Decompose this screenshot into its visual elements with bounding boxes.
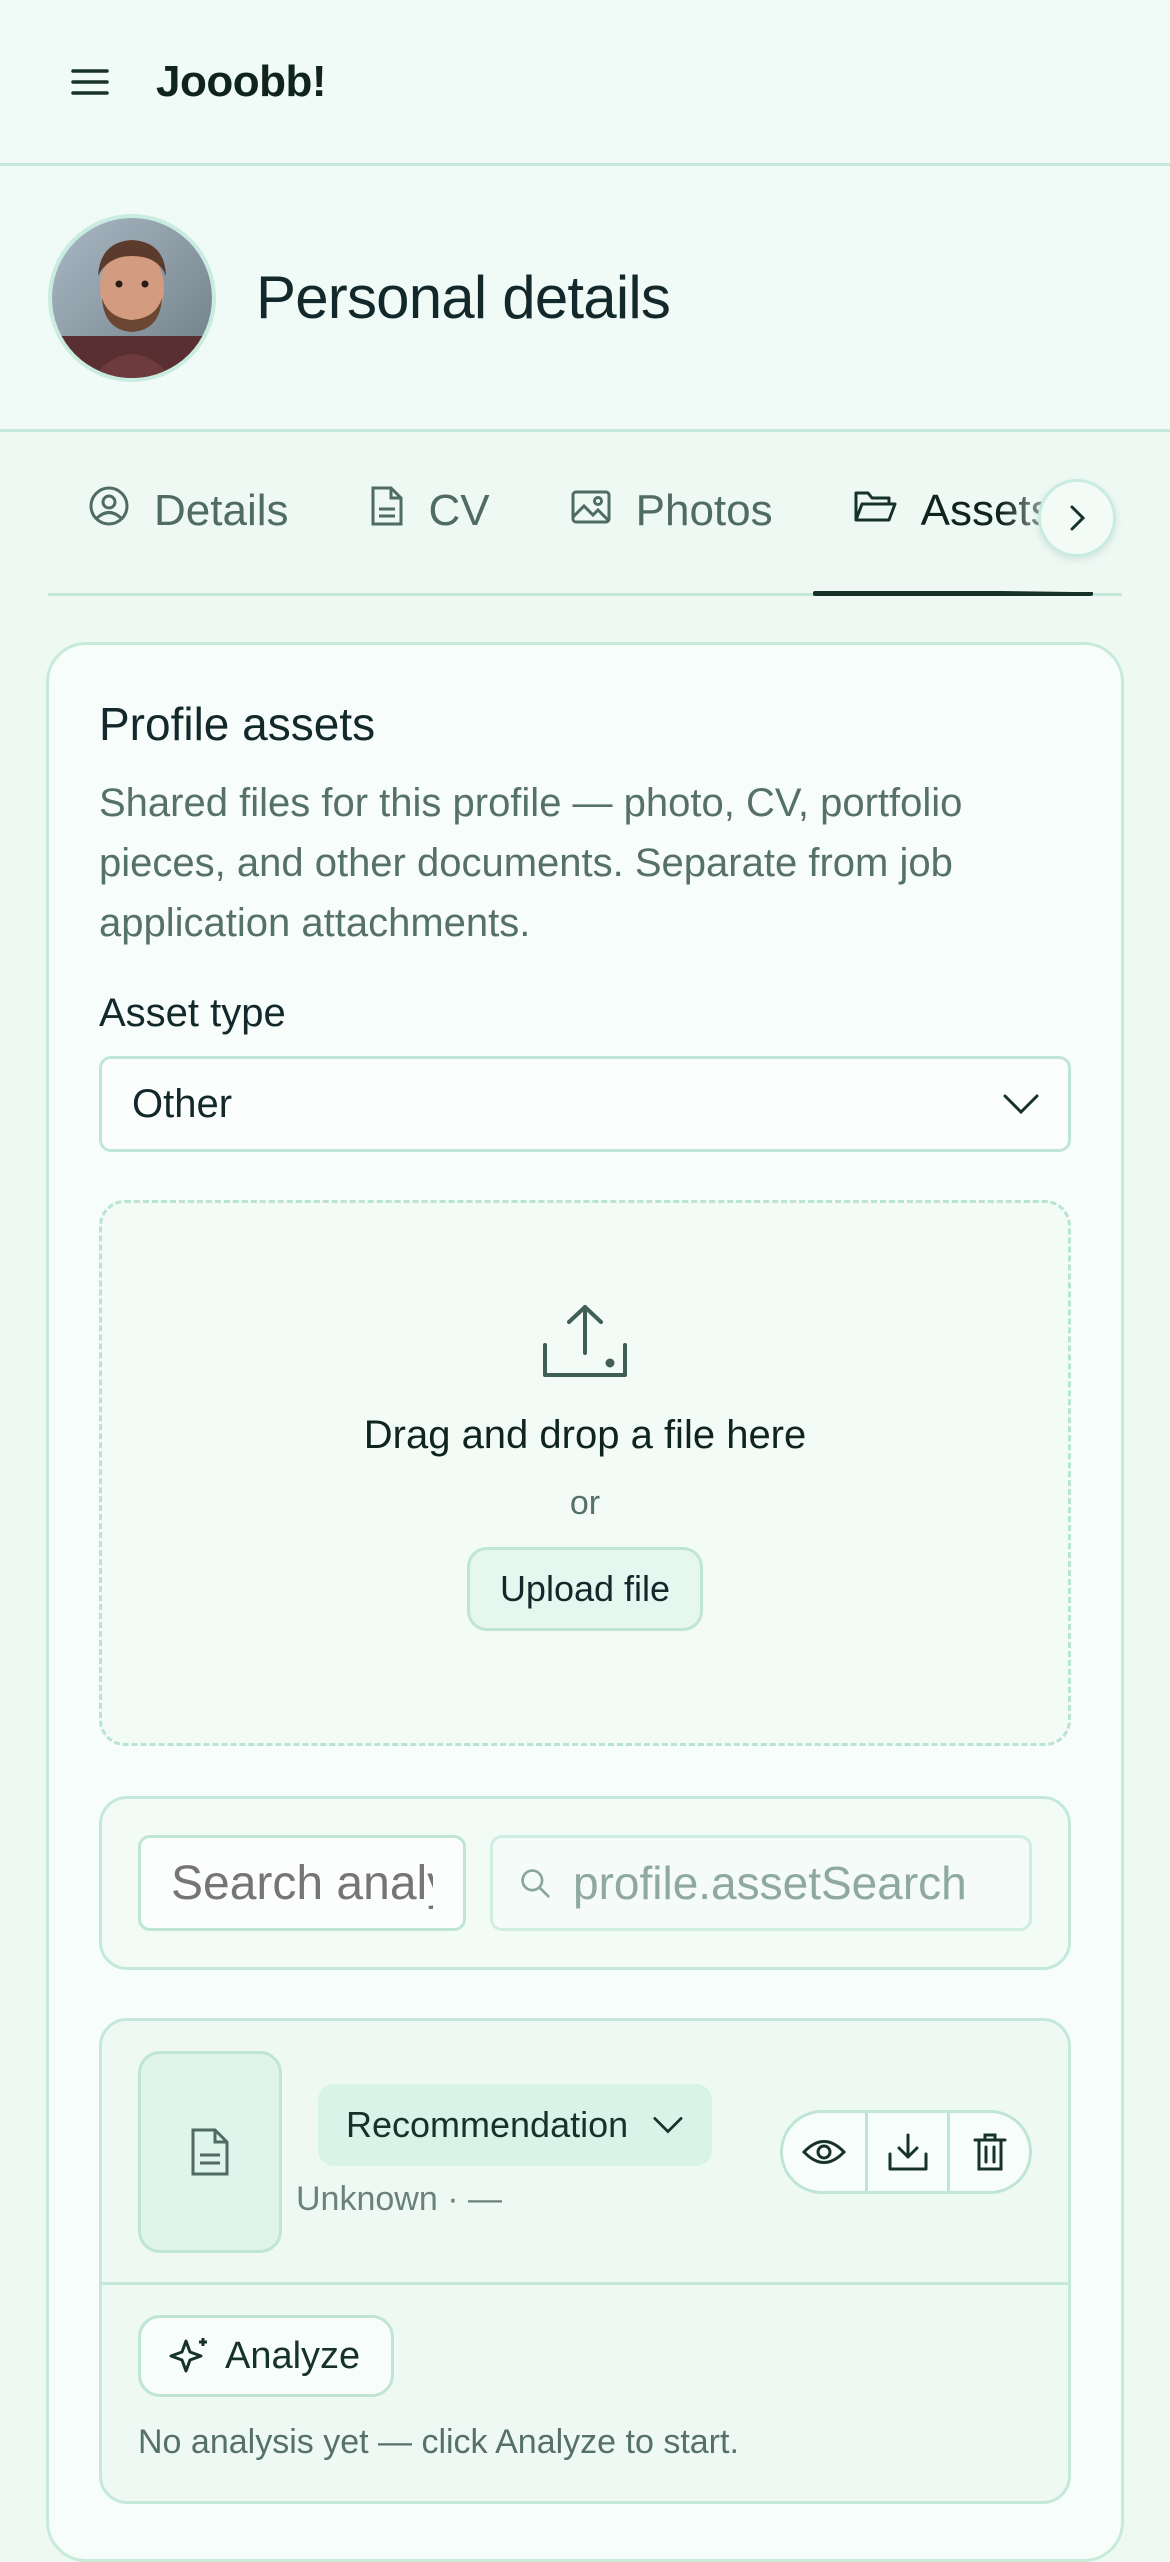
app-title[interactable]: Jooobb! bbox=[156, 57, 327, 107]
folder-open-icon bbox=[853, 486, 897, 536]
download-icon bbox=[888, 2133, 927, 2170]
user-circle-icon bbox=[88, 485, 130, 538]
analyze-button[interactable]: Analyze bbox=[138, 2315, 394, 2397]
asset-search-input[interactable] bbox=[572, 1856, 1003, 1910]
asset-search-bar bbox=[99, 1796, 1071, 1970]
eye-icon bbox=[802, 2139, 846, 2164]
asset-type-label: Asset type bbox=[99, 991, 286, 1035]
file-dropzone[interactable]: Drag and drop a file here or Upload file bbox=[99, 1200, 1071, 1746]
analysis-status: No analysis yet — click Analyze to start… bbox=[138, 2423, 739, 2461]
search-icon bbox=[521, 1869, 550, 1898]
tab-photos[interactable]: Photos bbox=[530, 429, 813, 593]
profile-header: Personal details bbox=[0, 166, 1170, 432]
dropzone-title: Drag and drop a file here bbox=[363, 1413, 807, 1457]
upload-icon bbox=[543, 1305, 627, 1377]
chevron-down-icon bbox=[653, 2117, 683, 2134]
file-thumbnail[interactable] bbox=[138, 2050, 282, 2253]
avatar bbox=[48, 213, 216, 382]
asset-actions bbox=[780, 2109, 1032, 2194]
asset-type-chip[interactable]: Recommendation bbox=[318, 2084, 712, 2166]
asset-item: Recommendation Unknown · — Analyze No an… bbox=[99, 2018, 1071, 2504]
image-icon bbox=[570, 486, 612, 536]
preview-button[interactable] bbox=[783, 2113, 865, 2191]
analysis-search-input[interactable] bbox=[138, 1835, 466, 1931]
analyze-label: Analyze bbox=[225, 2334, 361, 2377]
download-button[interactable] bbox=[865, 2112, 947, 2191]
tab-label: Details bbox=[154, 486, 289, 535]
profile-assets-card: Profile assets Shared files for this pro… bbox=[46, 642, 1124, 2562]
asset-search-field[interactable] bbox=[490, 1835, 1032, 1931]
asset-type-select[interactable]: Other bbox=[99, 1056, 1071, 1152]
document-icon bbox=[369, 485, 405, 538]
tab-label: Photos bbox=[635, 486, 773, 535]
asset-item-header: Recommendation Unknown · — bbox=[102, 2021, 1068, 2285]
upload-file-button[interactable]: Upload file bbox=[466, 1547, 704, 1631]
section-description: Shared files for this profile — photo, C… bbox=[99, 781, 963, 945]
asset-analysis: Analyze No analysis yet — click Analyze … bbox=[102, 2285, 1068, 2492]
dropzone-or: or bbox=[569, 1484, 601, 1522]
tab-details[interactable]: Details bbox=[48, 429, 329, 593]
trash-icon bbox=[973, 2133, 1006, 2170]
hamburger-menu-icon[interactable] bbox=[68, 60, 112, 104]
tab-label: CV bbox=[428, 486, 490, 535]
asset-meta: Recommendation Unknown · — bbox=[296, 2084, 712, 2219]
page-title: Personal details bbox=[256, 264, 671, 331]
document-icon bbox=[191, 2128, 229, 2175]
asset-type-chip-label: Recommendation bbox=[346, 2104, 629, 2145]
asset-file-info: Unknown · — bbox=[296, 2180, 502, 2218]
profile-tabs: Details CV Photos Assets bbox=[48, 432, 1122, 596]
section-title: Profile assets bbox=[99, 698, 376, 750]
scroll-tabs-right-button[interactable] bbox=[1038, 479, 1116, 557]
sparkles-icon bbox=[169, 2338, 207, 2373]
app-header: Jooobb! bbox=[0, 0, 1170, 166]
chevron-right-icon bbox=[1070, 505, 1086, 531]
chevron-down-icon bbox=[1003, 1094, 1039, 1115]
delete-button[interactable] bbox=[947, 2112, 1029, 2191]
tab-cv[interactable]: CV bbox=[329, 429, 530, 593]
asset-type-value: Other bbox=[132, 1081, 233, 1126]
